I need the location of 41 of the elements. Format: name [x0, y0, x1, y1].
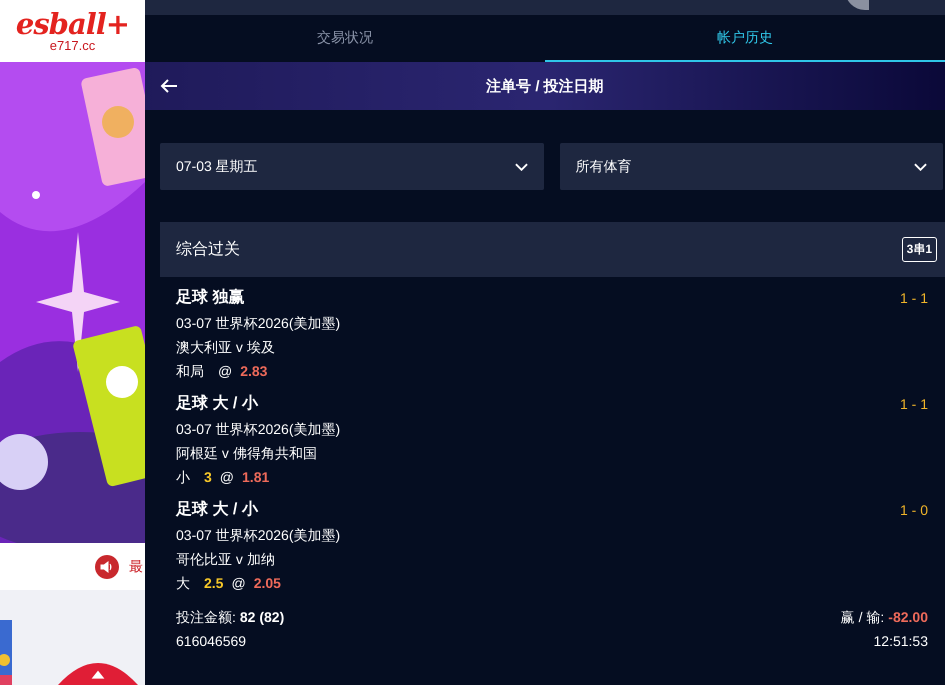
stake-value: 82 (82): [240, 608, 284, 627]
odds-value: 1.81: [242, 468, 270, 487]
market-title: 足球 大 / 小: [176, 500, 258, 520]
handicap-line: 3: [204, 468, 212, 487]
selection-text: 小: [176, 468, 190, 487]
winloss-value: -82.00: [888, 608, 928, 627]
bet-time: 12:51:53: [874, 632, 928, 651]
bet-type: 综合过关: [176, 240, 240, 260]
winloss-label: 赢 / 输:: [840, 608, 884, 627]
at-sign: @: [218, 362, 232, 381]
score: 1 - 1: [900, 396, 928, 412]
parlay-badge: 3串1: [902, 237, 937, 262]
score: 1 - 0: [900, 502, 928, 518]
league-text: 03-07 世界杯2026(美加墨): [176, 314, 342, 333]
selection-text: 和局: [176, 362, 204, 381]
site-logo[interactable]: esball+: [16, 9, 130, 39]
score: 1 - 1: [900, 290, 928, 306]
at-sign: @: [231, 574, 246, 593]
match-text: 阿根廷 v 佛得角共和国: [176, 444, 318, 463]
chevron-down-icon: [914, 162, 927, 170]
odds-value: 2.83: [240, 362, 268, 381]
announcement-text[interactable]: 最: [129, 558, 145, 576]
speaker-icon: [95, 554, 119, 578]
stake-label: 投注金额:: [176, 608, 236, 627]
site-domain: e717.cc: [50, 39, 96, 53]
market-title: 足球 独赢: [176, 287, 244, 308]
handicap-line: 2.5: [204, 574, 224, 593]
match-text: 哥伦比亚 v 加纳: [176, 550, 276, 569]
match-text: 澳大利亚 v 埃及: [176, 338, 276, 357]
market-title: 足球 大 / 小: [176, 394, 258, 414]
league-text: 03-07 世界杯2026(美加墨): [176, 526, 342, 545]
odds-value: 2.05: [254, 574, 281, 593]
chevron-down-icon: [514, 162, 528, 170]
bet-id: 616046569: [176, 632, 246, 651]
header-title: 注单号 / 投注日期: [486, 76, 604, 96]
league-text: 03-07 世界杯2026(美加墨): [176, 420, 342, 439]
at-sign: @: [220, 468, 234, 487]
selection-text: 大: [176, 574, 190, 593]
filter-dropdown[interactable]: 07-03 星期五: [160, 143, 544, 190]
back-arrow-icon[interactable]: [160, 79, 178, 93]
filter-dropdown[interactable]: 所有体育: [560, 143, 943, 190]
